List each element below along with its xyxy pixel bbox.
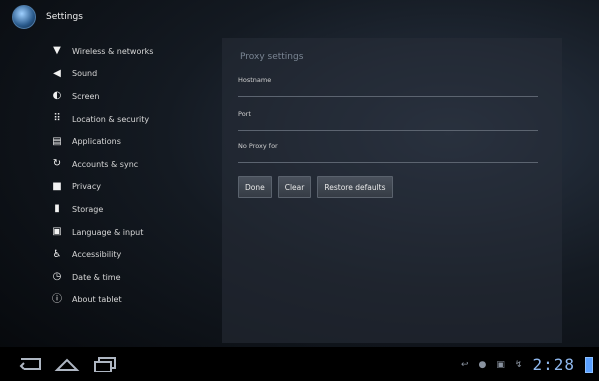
back-icon[interactable]	[18, 356, 44, 372]
hostname-field[interactable]: Hostname	[238, 76, 538, 97]
sidebar-item-label: Language & input	[72, 227, 144, 237]
info-icon: ⓘ	[52, 293, 62, 305]
sidebar-item-language-input[interactable]: ▣ Language & input	[48, 221, 218, 244]
settings-app-icon[interactable]	[12, 5, 36, 29]
restore-defaults-button[interactable]: Restore defaults	[317, 176, 393, 198]
settings-sidebar: ▼ Wireless & networks ◀ Sound ◐ Screen ⠿…	[48, 40, 218, 311]
sidebar-item-about-tablet[interactable]: ⓘ About tablet	[48, 289, 218, 312]
sidebar-item-screen[interactable]: ◐ Screen	[48, 85, 218, 108]
clear-button[interactable]: Clear	[277, 176, 312, 198]
sidebar-item-location-security[interactable]: ⠿ Location & security	[48, 108, 218, 131]
clock: 2:28	[532, 355, 575, 374]
speaker-icon: ◀	[53, 67, 61, 79]
sidebar-item-label: Date & time	[72, 272, 121, 282]
sidebar-item-label: Accounts & sync	[72, 159, 139, 169]
sidebar-item-label: Privacy	[72, 182, 101, 192]
sync-icon: ↻	[52, 158, 62, 170]
dialog-buttons: Done Clear Restore defaults	[238, 176, 393, 198]
sidebar-item-applications[interactable]: ▤ Applications	[48, 130, 218, 153]
sidebar-item-label: Accessibility	[72, 250, 122, 260]
proxy-settings-dialog: Proxy settings Hostname Port No Proxy fo…	[222, 38, 562, 343]
home-icon[interactable]	[54, 356, 80, 372]
sidebar-item-label: Location & security	[72, 114, 150, 124]
sidebar-item-accounts-sync[interactable]: ↻ Accounts & sync	[48, 153, 218, 176]
sidebar-item-label: Applications	[72, 137, 121, 147]
accessibility-icon: ♿	[52, 248, 62, 260]
sidebar-item-storage[interactable]: ▮ Storage	[48, 198, 218, 221]
sidebar-item-label: About tablet	[72, 295, 122, 305]
applications-icon: ▤	[52, 135, 62, 147]
dialog-title: Proxy settings	[240, 52, 304, 62]
sd-card-icon: ▣	[496, 359, 505, 370]
clock-icon: ◷	[52, 271, 62, 283]
hostname-input[interactable]	[238, 96, 538, 97]
wifi-icon: ▼	[53, 45, 61, 57]
port-label: Port	[238, 110, 251, 118]
sidebar-item-label: Sound	[72, 69, 98, 79]
no-proxy-input[interactable]	[238, 162, 538, 163]
sidebar-item-wireless-networks[interactable]: ▼ Wireless & networks	[48, 40, 218, 63]
sidebar-item-label: Screen	[72, 91, 100, 101]
language-icon: ▣	[52, 226, 62, 238]
sidebar-item-label: Wireless & networks	[72, 46, 154, 56]
notification-icon: ↩	[461, 359, 469, 370]
usb-icon: ●	[478, 359, 487, 370]
storage-icon: ▮	[54, 203, 60, 215]
no-proxy-label: No Proxy for	[238, 142, 278, 150]
grid-lock-icon: ⠿	[53, 113, 61, 125]
battery-icon	[585, 356, 593, 373]
port-input[interactable]	[238, 130, 538, 131]
recent-apps-icon[interactable]	[92, 356, 118, 372]
app-title: Settings	[46, 12, 83, 22]
status-area[interactable]: ↩ ● ▣ ↯ 2:28	[461, 355, 593, 374]
sidebar-item-privacy[interactable]: ■ Privacy	[48, 176, 218, 199]
no-proxy-field[interactable]: No Proxy for	[238, 142, 538, 163]
sidebar-item-date-time[interactable]: ◷ Date & time	[48, 266, 218, 289]
sidebar-item-accessibility[interactable]: ♿ Accessibility	[48, 243, 218, 266]
action-bar: Settings	[0, 0, 599, 34]
hostname-label: Hostname	[238, 76, 272, 84]
system-bar: ↩ ● ▣ ↯ 2:28	[0, 347, 599, 381]
port-field[interactable]: Port	[238, 110, 538, 131]
sidebar-item-label: Storage	[72, 204, 104, 214]
download-icon: ↯	[514, 359, 523, 370]
done-button[interactable]: Done	[238, 176, 272, 198]
brightness-icon: ◐	[52, 90, 62, 102]
sidebar-item-sound[interactable]: ◀ Sound	[48, 63, 218, 86]
privacy-icon: ■	[52, 180, 62, 192]
